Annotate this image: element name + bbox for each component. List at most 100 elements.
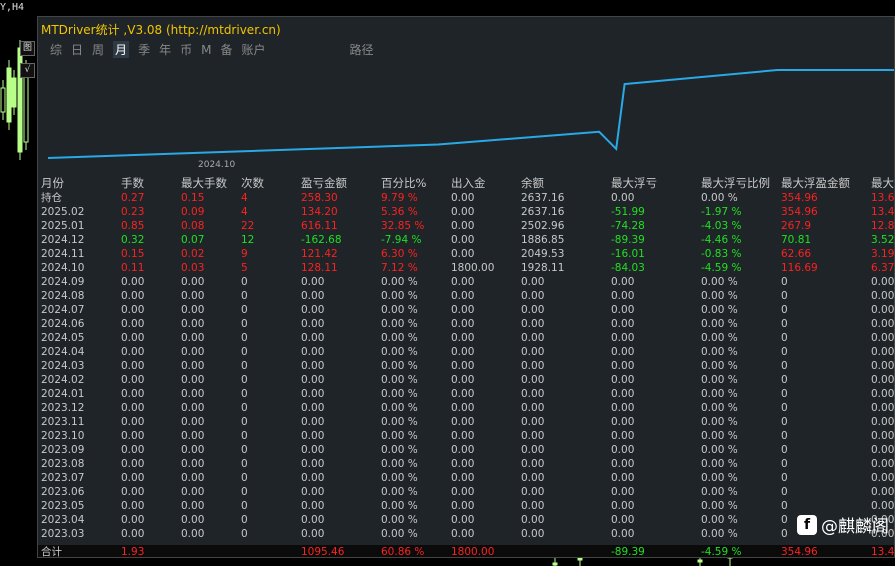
table-cell: 0 bbox=[781, 514, 788, 526]
table-row: 2023.11 0.00 0.00 0 0.00 0.00 % 0.00 0.00 0.00 0.… bbox=[38, 415, 894, 429]
table-cell: 0.00 % bbox=[381, 276, 418, 288]
table-cell: 0.00 bbox=[611, 346, 635, 358]
tab-8[interactable]: 备 bbox=[220, 41, 232, 58]
table-cell: 2023.03 bbox=[41, 528, 85, 540]
table-cell: 12.8 bbox=[871, 220, 895, 232]
table-cell: 32.85 % bbox=[381, 220, 425, 232]
table-cell: 0.00 bbox=[521, 388, 545, 400]
candle-body bbox=[6, 67, 12, 123]
check-toggle-button[interactable]: √ bbox=[20, 63, 35, 78]
tab-3[interactable]: 月 bbox=[113, 41, 130, 58]
table-cell: 0.00 bbox=[521, 374, 545, 386]
table-cell: 0.08 bbox=[181, 220, 205, 232]
table-cell: 0.00 bbox=[301, 472, 325, 484]
table-cell: 0.00 bbox=[521, 472, 545, 484]
table-cell: 0.15 bbox=[181, 192, 205, 204]
table-cell: 0 bbox=[781, 444, 788, 456]
table-cell: 0.85 bbox=[121, 220, 145, 232]
table-cell: 0 bbox=[781, 304, 788, 316]
table-cell: 0.00 bbox=[121, 402, 145, 414]
symbol-timeframe-label: Y,H4 bbox=[0, 2, 25, 13]
table-cell: 0.00 bbox=[181, 458, 205, 470]
table-row: 2023.07 0.00 0.00 0 0.00 0.00 % 0.00 0.00 0.00 0.… bbox=[38, 471, 894, 485]
table-cell: 0.00 % bbox=[701, 304, 738, 316]
table-row: 2024.03 0.00 0.00 0 0.00 0.00 % 0.00 0.00 0.00 0.… bbox=[38, 359, 894, 373]
table-cell: 2023.06 bbox=[41, 486, 85, 498]
table-cell: 0.00 bbox=[871, 290, 895, 302]
table-cell: 0.00 % bbox=[381, 486, 418, 498]
table-cell: 134.20 bbox=[301, 206, 338, 218]
tab-0[interactable]: 综 bbox=[50, 41, 62, 58]
table-cell: 2023.04 bbox=[41, 514, 85, 526]
mtdriver-statistics-panel: MTDriver统计 ,V3.08 (http://mtdriver.cn) 综… bbox=[37, 16, 895, 558]
table-cell: 0.00 bbox=[871, 346, 895, 358]
table-cell: 62.66 bbox=[781, 248, 812, 260]
table-cell: 0 bbox=[781, 500, 788, 512]
table-cell: 0.00 bbox=[451, 514, 475, 526]
table-cell: 354.96 bbox=[781, 192, 818, 204]
table-cell: 9 bbox=[241, 248, 248, 260]
table-cell: 0.00 bbox=[181, 528, 205, 540]
table-cell: 0.00 % bbox=[381, 444, 418, 456]
chart-x-tick-label: 2024.10 bbox=[198, 160, 236, 170]
table-cell: 0.00 % bbox=[701, 346, 738, 358]
tab-4[interactable]: 季 bbox=[138, 41, 150, 58]
table-cell: 0.00 bbox=[181, 318, 205, 330]
table-cell: 267.9 bbox=[781, 220, 812, 232]
table-cell: 0.00 % bbox=[701, 360, 738, 372]
table-row: 2024.09 0.00 0.00 0 0.00 0.00 % 0.00 0.00 0.00 0.… bbox=[38, 275, 894, 289]
table-cell: 2637.16 bbox=[521, 192, 565, 204]
tab-1[interactable]: 日 bbox=[71, 41, 83, 58]
table-cell: 0.00 bbox=[611, 290, 635, 302]
table-cell: 0.00 bbox=[451, 234, 475, 246]
table-cell: 2023.05 bbox=[41, 500, 85, 512]
table-cell: 0.00 bbox=[121, 528, 145, 540]
table-cell: 0.00 bbox=[611, 416, 635, 428]
table-cell: 0.00 bbox=[181, 444, 205, 456]
table-cell: 最大浮亏 bbox=[611, 176, 657, 190]
balance-series-line bbox=[48, 69, 894, 159]
table-cell: 0.00 bbox=[521, 276, 545, 288]
chart-toggle-button[interactable]: 图 bbox=[20, 41, 35, 56]
table-cell: 合计 bbox=[41, 546, 62, 558]
table-cell: 0.00 bbox=[521, 514, 545, 526]
tab-6[interactable]: 币 bbox=[180, 41, 192, 58]
table-cell: 0 bbox=[781, 318, 788, 330]
tab-9[interactable]: 账户 bbox=[241, 41, 265, 58]
table-cell: 持仓 bbox=[41, 192, 62, 204]
table-cell: 0.00 bbox=[611, 402, 635, 414]
table-cell: 0.00 bbox=[121, 472, 145, 484]
table-cell: 0.00 bbox=[301, 360, 325, 372]
table-cell: 0.00 bbox=[181, 276, 205, 288]
table-row: 2025.01 0.85 0.08 22 616.11 32.85 % 0.00 2502.9… bbox=[38, 219, 895, 233]
table-cell: 0.00 % bbox=[701, 416, 738, 428]
table-cell: 0.00 % bbox=[381, 430, 418, 442]
table-cell: 121.42 bbox=[301, 248, 338, 260]
table-cell: 2024.01 bbox=[41, 388, 85, 400]
tab-7[interactable]: M bbox=[201, 43, 211, 57]
tab-2[interactable]: 周 bbox=[92, 41, 104, 58]
table-cell: 0.00 bbox=[871, 388, 895, 400]
table-cell: 0.00 bbox=[451, 444, 475, 456]
table-cell: 0.00 bbox=[301, 276, 325, 288]
table-cell: 0.00 % bbox=[701, 290, 738, 302]
tab-10[interactable]: 路径 bbox=[350, 41, 374, 58]
candle-body bbox=[577, 557, 583, 561]
table-cell: 2024.03 bbox=[41, 360, 85, 372]
table-cell: 盈亏金额 bbox=[301, 176, 347, 190]
tab-5[interactable]: 年 bbox=[159, 41, 171, 58]
table-cell: 0.00 bbox=[301, 430, 325, 442]
table-cell: 0 bbox=[781, 276, 788, 288]
table-cell: 0.00 bbox=[451, 276, 475, 288]
table-cell: 0.00 bbox=[301, 528, 325, 540]
table-cell: 0.00 % bbox=[381, 332, 418, 344]
table-cell: 0.00 bbox=[181, 402, 205, 414]
table-cell: 616.11 bbox=[301, 220, 338, 232]
table-cell: 0 bbox=[781, 402, 788, 414]
table-row: 2024.04 0.00 0.00 0 0.00 0.00 % 0.00 0.00 0.00 0.… bbox=[38, 345, 895, 359]
table-cell: 2024.04 bbox=[41, 346, 85, 358]
table-cell: 0.00 % bbox=[381, 388, 418, 400]
table-cell: 0.00 bbox=[871, 402, 895, 414]
table-cell: 1095.46 bbox=[301, 546, 345, 558]
table-cell: 0.00 bbox=[871, 458, 895, 470]
